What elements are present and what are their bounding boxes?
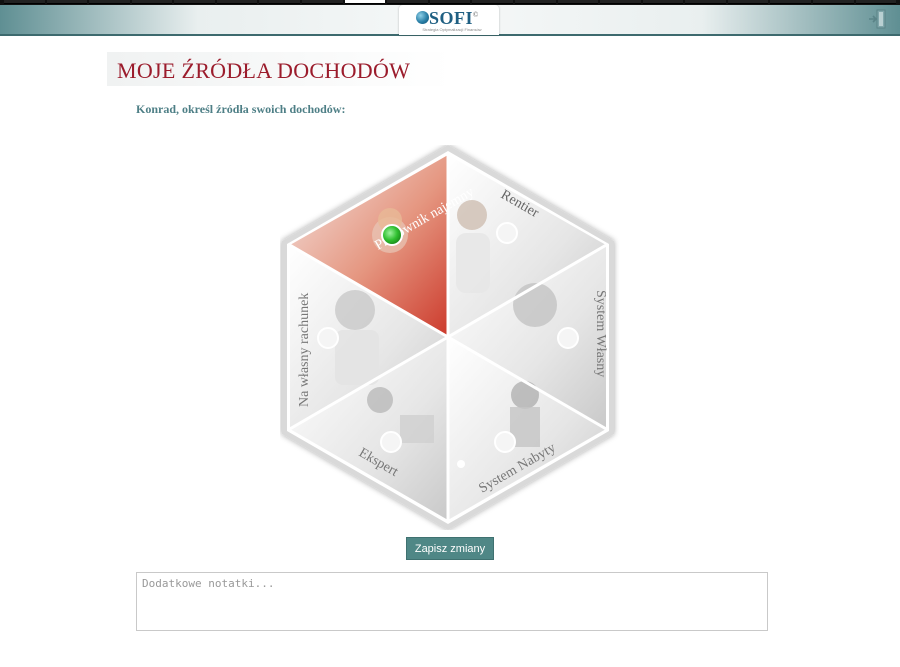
progress-segment: [216, 0, 258, 4]
progress-segment: [642, 0, 684, 4]
page-title: MOJE ŹRÓDŁA DOCHODÓW: [107, 52, 452, 86]
radio-na-wlasny-rachunek[interactable]: [317, 327, 339, 349]
progress-segment: [472, 0, 513, 4]
progress-segment: [855, 0, 897, 4]
progress-segment: [387, 0, 428, 4]
progress-segment: [685, 0, 726, 4]
label-na-wlasny-rachunek: Na własny rachunek: [297, 293, 312, 407]
exit-icon[interactable]: [868, 9, 886, 29]
progress-segment: [302, 0, 343, 4]
progress-segment: [344, 0, 386, 4]
progress-segment: [429, 0, 471, 4]
progress-segment: [557, 0, 599, 4]
globe-icon: [416, 11, 429, 24]
logo-text: SOFI©: [429, 8, 479, 28]
logo: SOFI© Strategia Optymalizacji Finansów: [399, 5, 499, 35]
small-dot-icon: [457, 460, 465, 468]
radio-system-wlasny[interactable]: [557, 327, 579, 349]
income-source-hexagon: Pracownik najemny Rentier System Własny …: [280, 145, 620, 530]
radio-rentier[interactable]: [496, 222, 518, 244]
progress-segment: [727, 0, 769, 4]
progress-segment: [600, 0, 641, 4]
progress-segment: [131, 0, 173, 4]
progress-segment: [259, 0, 301, 4]
radio-ekspert[interactable]: [380, 431, 402, 453]
progress-segment: [174, 0, 215, 4]
progress-segment: [89, 0, 130, 4]
radio-system-nabyty[interactable]: [494, 431, 516, 453]
notes-field[interactable]: [136, 572, 768, 631]
question-text: Konrad, określ źródła swoich dochodów:: [136, 102, 346, 116]
save-button[interactable]: Zapisz zmiany: [406, 537, 494, 560]
label-system-wlasny: System Własny: [593, 290, 608, 377]
progress-segment: [770, 0, 811, 4]
progress-segment: [46, 0, 88, 4]
progress-segment: [812, 0, 854, 4]
logo-subtitle: Strategia Optymalizacji Finansów: [422, 27, 482, 32]
progress-segment: [514, 0, 556, 4]
progress-segment: [4, 0, 45, 4]
radio-pracownik-najemny[interactable]: [381, 224, 403, 246]
